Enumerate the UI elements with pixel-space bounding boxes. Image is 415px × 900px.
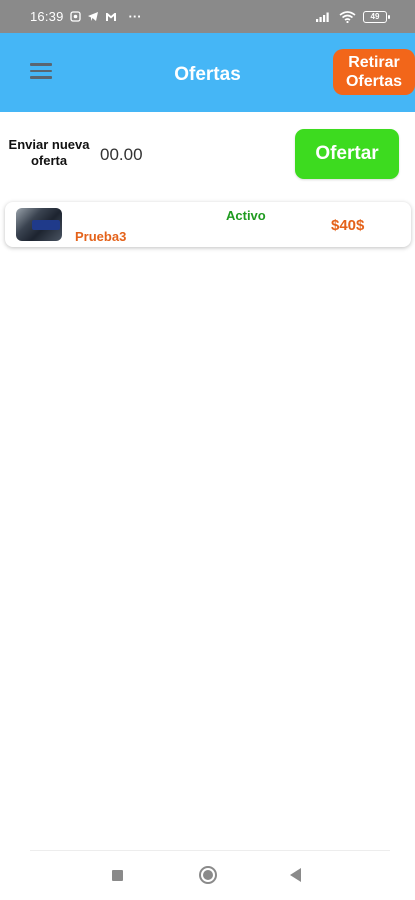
gmail-icon [105, 12, 117, 22]
telegram-icon [87, 11, 99, 22]
retirar-ofertas-button[interactable]: Retirar Ofertas [333, 49, 415, 95]
app-bar: Ofertas Retirar Ofertas [0, 33, 415, 112]
nav-divider [30, 850, 390, 851]
list-item[interactable]: Prueba3 Activo $40$ [5, 202, 411, 247]
offer-thumbnail [16, 208, 62, 241]
offer-price: $40$ [331, 217, 365, 234]
menu-icon[interactable] [30, 63, 52, 81]
recents-icon[interactable] [112, 870, 123, 881]
ofertar-button[interactable]: Ofertar [295, 129, 399, 179]
new-offer-label: Enviar nueva oferta [8, 137, 90, 168]
status-overflow: ··· [128, 9, 142, 24]
battery-icon: 49 [363, 10, 390, 23]
status-bar: 16:39 ··· 49 [0, 0, 415, 33]
new-offer-row: Enviar nueva oferta Ofertar [0, 112, 415, 197]
notification-icon [69, 11, 81, 22]
battery-level: 49 [370, 12, 380, 21]
status-time: 16:39 [30, 9, 64, 24]
wifi-icon [339, 10, 356, 23]
signal-icon [316, 11, 332, 22]
offer-name: Prueba3 [75, 229, 127, 244]
offer-status: Activo [226, 208, 266, 223]
offer-amount-input[interactable] [100, 142, 200, 168]
system-nav-bar [0, 856, 415, 900]
home-icon[interactable] [199, 866, 217, 884]
back-icon[interactable] [290, 868, 301, 882]
